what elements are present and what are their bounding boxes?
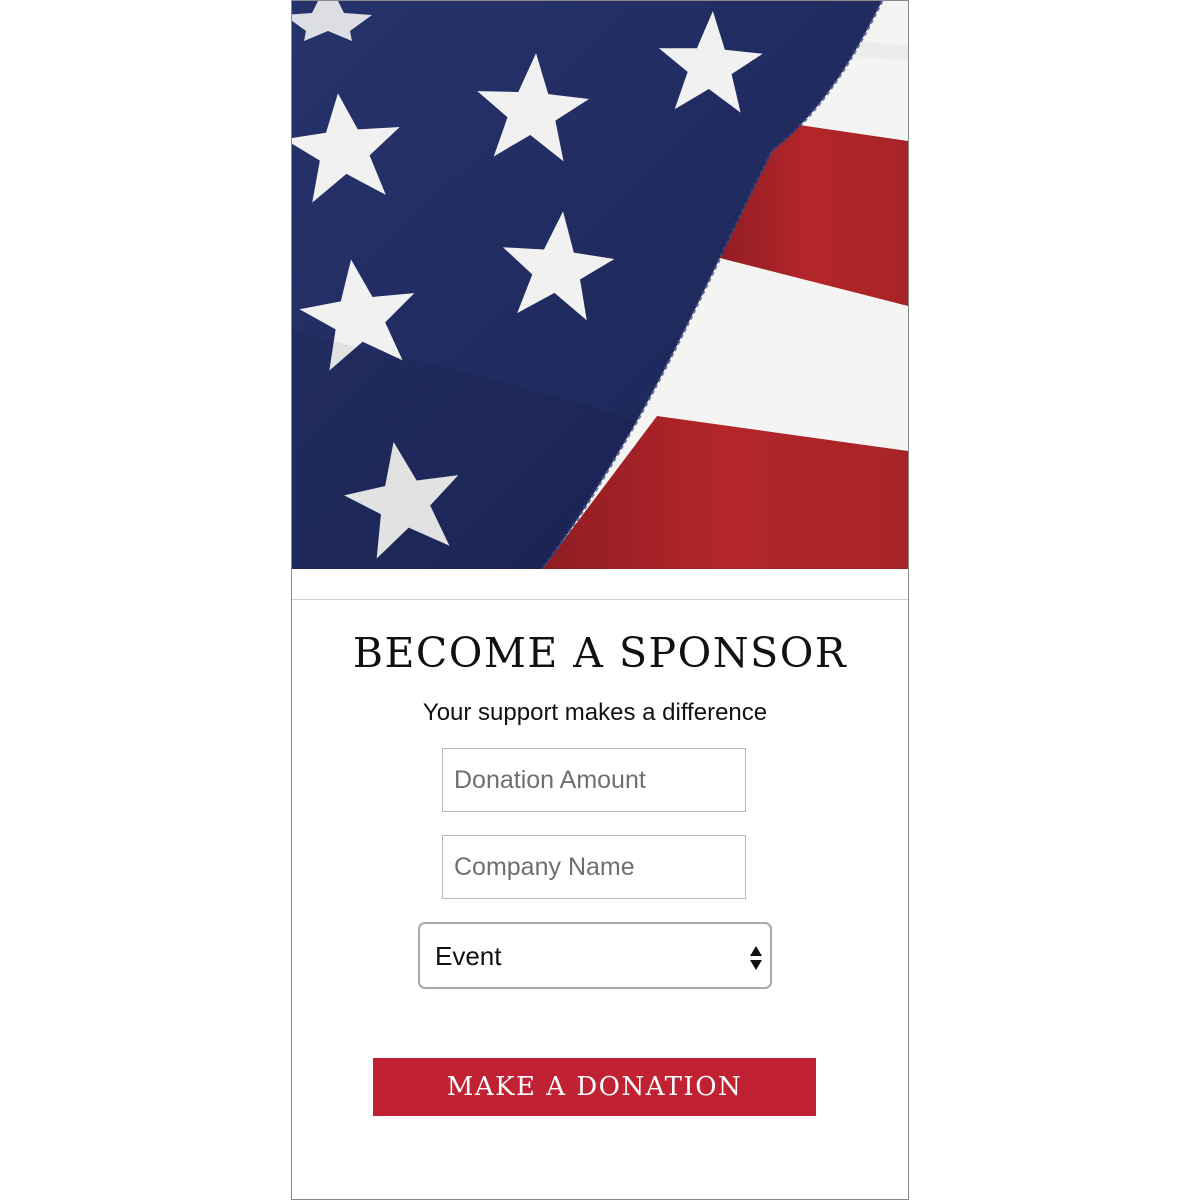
sponsor-card: BECOME A SPONSOR Your support makes a di… xyxy=(291,0,909,1200)
donation-amount-input[interactable] xyxy=(442,748,746,812)
section-divider xyxy=(292,599,908,600)
american-flag-image xyxy=(292,1,908,569)
event-select-value: Event xyxy=(435,941,502,971)
select-arrows-icon xyxy=(750,946,762,970)
flag-hero-image xyxy=(292,1,908,569)
page-subtitle: Your support makes a difference xyxy=(422,699,768,726)
company-name-input[interactable] xyxy=(442,835,746,899)
make-donation-button[interactable]: MAKE A DONATION xyxy=(373,1058,816,1116)
page-title: BECOME A SPONSOR xyxy=(352,629,848,677)
event-select[interactable]: Event xyxy=(418,922,772,989)
